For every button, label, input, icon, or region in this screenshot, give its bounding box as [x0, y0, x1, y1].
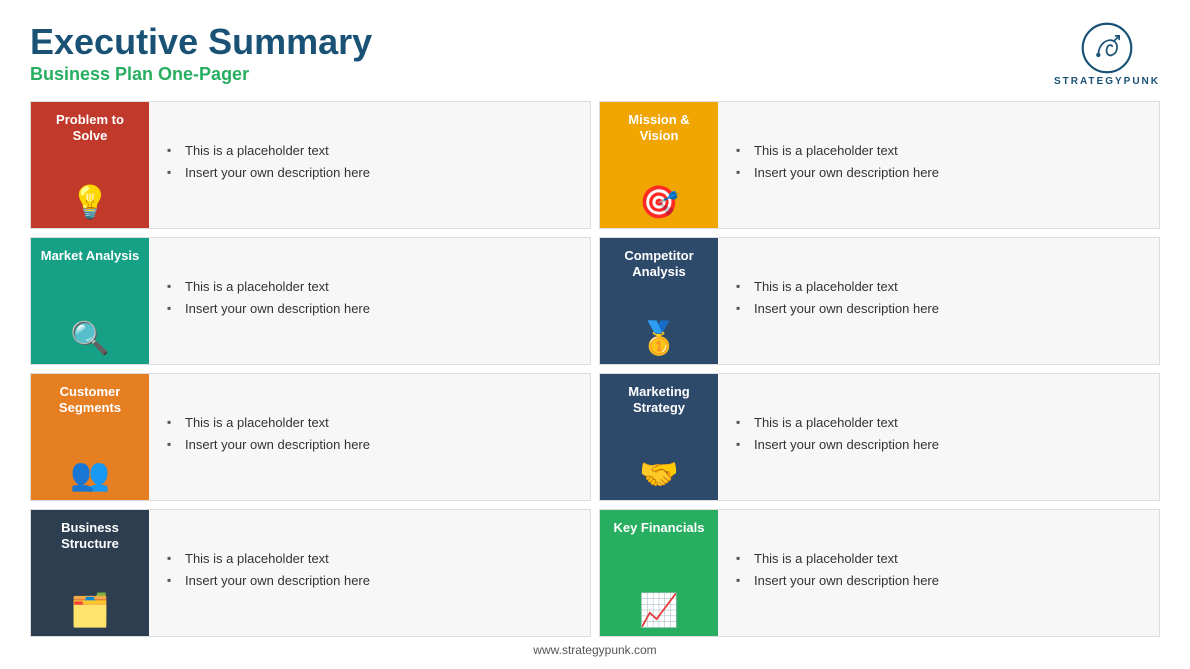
- card-icon-business: 🗂️: [70, 594, 110, 626]
- card-item-problem-0: This is a placeholder text: [167, 143, 572, 158]
- card-item-marketing-1: Insert your own description here: [736, 437, 1141, 452]
- card-label-text-competitor: Competitor Analysis: [608, 248, 710, 279]
- card-content-marketing: This is a placeholder text Insert your ow…: [718, 374, 1159, 500]
- card-item-financials-0: This is a placeholder text: [736, 551, 1141, 566]
- logo-text: STRATEGYPUNK: [1054, 76, 1160, 87]
- card-label-business: Business Structure 🗂️: [31, 510, 149, 636]
- card-icon-problem: 💡: [70, 186, 110, 218]
- card-item-customer-0: This is a placeholder text: [167, 415, 572, 430]
- card-item-market-0: This is a placeholder text: [167, 279, 572, 294]
- card-business: Business Structure 🗂️ This is a placeholde…: [30, 509, 591, 637]
- card-item-mission-0: This is a placeholder text: [736, 143, 1141, 158]
- card-content-mission: This is a placeholder text Insert your ow…: [718, 102, 1159, 228]
- card-content-problem: This is a placeholder text Insert your ow…: [149, 102, 590, 228]
- sub-title: Business Plan One-Pager: [30, 64, 372, 85]
- card-icon-mission: 🎯: [639, 186, 679, 218]
- card-problem: Problem to Solve 💡 This is a placeholder t…: [30, 101, 591, 229]
- card-item-financials-1: Insert your own description here: [736, 573, 1141, 588]
- card-content-market: This is a placeholder text Insert your ow…: [149, 238, 590, 364]
- card-label-text-financials: Key Financials: [613, 520, 704, 536]
- card-item-business-0: This is a placeholder text: [167, 551, 572, 566]
- footer: www.strategypunk.com: [30, 637, 1160, 659]
- card-item-mission-1: Insert your own description here: [736, 165, 1141, 180]
- card-icon-competitor: 🥇: [639, 322, 679, 354]
- card-label-competitor: Competitor Analysis 🥇: [600, 238, 718, 364]
- logo-area: STRATEGYPUNK: [1054, 22, 1160, 87]
- footer-url: www.strategypunk.com: [533, 643, 656, 657]
- card-icon-customer: 👥: [70, 458, 110, 490]
- card-item-competitor-1: Insert your own description here: [736, 301, 1141, 316]
- card-label-text-marketing: Marketing Strategy: [608, 384, 710, 415]
- card-label-text-business: Business Structure: [39, 520, 141, 551]
- card-label-mission: Mission & Vision 🎯: [600, 102, 718, 228]
- card-label-text-customer: Customer Segments: [39, 384, 141, 415]
- card-content-competitor: This is a placeholder text Insert your ow…: [718, 238, 1159, 364]
- card-content-business: This is a placeholder text Insert your ow…: [149, 510, 590, 636]
- card-icon-financials: 📈: [639, 594, 679, 626]
- card-label-financials: Key Financials 📈: [600, 510, 718, 636]
- card-market: Market Analysis 🔍 This is a placeholder te…: [30, 237, 591, 365]
- logo-icon: [1081, 22, 1133, 74]
- card-label-text-market: Market Analysis: [41, 248, 140, 264]
- card-label-market: Market Analysis 🔍: [31, 238, 149, 364]
- card-label-text-problem: Problem to Solve: [39, 112, 141, 143]
- card-content-financials: This is a placeholder text Insert your ow…: [718, 510, 1159, 636]
- card-marketing: Marketing Strategy 🤝 This is a placeholder…: [599, 373, 1160, 501]
- card-item-problem-1: Insert your own description here: [167, 165, 572, 180]
- card-item-marketing-0: This is a placeholder text: [736, 415, 1141, 430]
- card-item-customer-1: Insert your own description here: [167, 437, 572, 452]
- header: Executive Summary Business Plan One-Page…: [30, 22, 1160, 87]
- header-left: Executive Summary Business Plan One-Page…: [30, 22, 372, 85]
- card-competitor: Competitor Analysis 🥇 This is a placeholde…: [599, 237, 1160, 365]
- card-label-problem: Problem to Solve 💡: [31, 102, 149, 228]
- page: Executive Summary Business Plan One-Page…: [0, 0, 1190, 669]
- card-icon-marketing: 🤝: [639, 458, 679, 490]
- card-customer: Customer Segments 👥 This is a placeholder …: [30, 373, 591, 501]
- card-label-marketing: Marketing Strategy 🤝: [600, 374, 718, 500]
- main-title: Executive Summary: [30, 22, 372, 62]
- card-label-text-mission: Mission & Vision: [608, 112, 710, 143]
- card-financials: Key Financials 📈 This is a placeholder tex…: [599, 509, 1160, 637]
- cards-grid: Problem to Solve 💡 This is a placeholder t…: [30, 101, 1160, 637]
- card-item-competitor-0: This is a placeholder text: [736, 279, 1141, 294]
- card-content-customer: This is a placeholder text Insert your ow…: [149, 374, 590, 500]
- card-item-business-1: Insert your own description here: [167, 573, 572, 588]
- card-mission: Mission & Vision 🎯 This is a placeholder t…: [599, 101, 1160, 229]
- card-label-customer: Customer Segments 👥: [31, 374, 149, 500]
- card-item-market-1: Insert your own description here: [167, 301, 572, 316]
- card-icon-market: 🔍: [70, 322, 110, 354]
